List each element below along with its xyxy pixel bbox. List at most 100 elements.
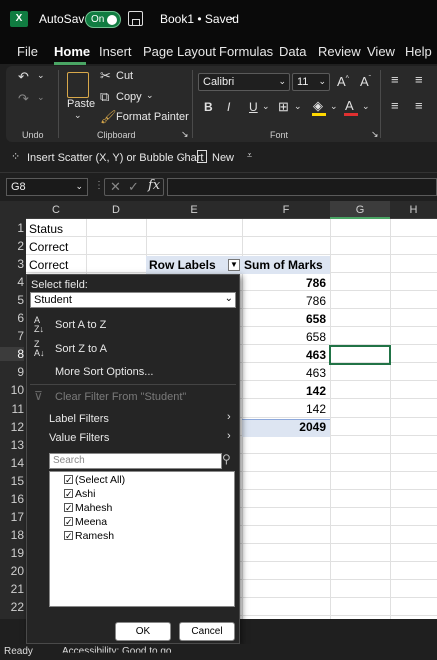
row-header[interactable]: 15 [0,474,24,488]
row-header[interactable]: 8 [0,347,24,361]
tab-help[interactable]: Help [405,44,432,59]
borders-dropdown-icon[interactable]: ⌄ [294,101,302,112]
redo-dropdown-icon[interactable]: ⌄ [37,92,45,103]
borders-icon[interactable]: ⊞ [278,99,289,115]
format-painter-icon[interactable]: 🖌 [100,109,117,125]
formula-input[interactable] [167,178,437,196]
redo-icon[interactable]: ↷ [18,91,29,107]
font-name-select[interactable]: Calibri ⌄ [198,73,290,91]
row-header[interactable]: 5 [0,293,24,307]
grow-font-icon[interactable]: A^ [337,74,349,89]
checkbox-ramesh[interactable]: ✓ [64,531,73,541]
tab-review[interactable]: Review [318,44,361,59]
cell-f11[interactable]: 142 [242,402,326,416]
tab-page-layout[interactable]: Page Layout [143,44,216,59]
align-center-icon[interactable]: ≡ [415,98,423,113]
active-cell-g8[interactable] [329,345,391,365]
underline-dropdown-icon[interactable]: ⌄ [262,101,270,112]
more-sort-options[interactable]: More Sort Options... [55,366,153,378]
font-color-icon[interactable]: A [345,98,354,113]
font-launcher-icon[interactable]: ↘ [371,129,379,140]
name-box[interactable]: G8 ⌄ [6,178,88,196]
row-header[interactable]: 1 [0,221,24,235]
format-painter-button[interactable]: Format Painter [116,111,189,123]
tab-insert[interactable]: Insert [99,44,132,59]
sort-z-to-a[interactable]: Sort Z to A [55,343,107,355]
align-top-icon[interactable]: ≡ [391,72,399,87]
row-header[interactable]: 3 [0,257,24,271]
list-item[interactable]: (Select All) [75,474,125,486]
sort-a-to-z[interactable]: Sort A to Z [55,319,106,331]
field-select[interactable]: Student ⌄ [30,292,236,308]
paste-icon[interactable] [67,72,89,98]
scatter-dropdown-icon[interactable]: ⌄ [179,151,187,162]
cancel-icon[interactable]: ✕ [110,179,121,195]
checkbox-select-all[interactable]: ✓ [64,475,73,485]
row-header[interactable]: 7 [0,329,24,343]
column-header-d[interactable]: D [86,204,146,216]
row-header[interactable]: 13 [0,438,24,452]
insert-scatter-button[interactable]: Insert Scatter (X, Y) or Bubble Chart [27,152,203,164]
cell-f12-grand-total[interactable]: 2049 [242,420,326,434]
list-item[interactable]: Ramesh [75,530,114,542]
tab-home[interactable]: Home [54,44,90,59]
checkbox-ashi[interactable]: ✓ [64,489,73,499]
row-header[interactable]: 22 [0,600,24,614]
row-header[interactable]: 2 [0,239,24,253]
paste-button[interactable]: Paste [67,98,95,110]
row-header[interactable]: 12 [0,420,24,434]
value-filters[interactable]: Value Filters [49,432,109,444]
list-item[interactable]: Mahesh [75,502,112,514]
cell-f10[interactable]: 142 [242,384,326,398]
row-header[interactable]: 14 [0,456,24,470]
column-header-e[interactable]: E [146,204,242,216]
cell-f9[interactable]: 463 [242,366,326,380]
row-header[interactable]: 21 [0,582,24,596]
italic-button[interactable]: I [227,100,230,114]
cell-f8[interactable]: 463 [242,348,326,362]
cut-icon[interactable]: ✂ [100,68,111,84]
cell-f3-sum-of-marks[interactable]: Sum of Marks [244,258,323,272]
row-header[interactable]: 20 [0,564,24,578]
cell-c3[interactable]: Correct [29,258,68,272]
checkbox-mahesh[interactable]: ✓ [64,503,73,513]
row-header[interactable]: 16 [0,492,24,506]
search-icon[interactable]: ⚲ [222,452,236,468]
copy-dropdown-icon[interactable]: ⌄ [146,90,154,101]
align-middle-icon[interactable]: ≡ [415,72,423,87]
enter-icon[interactable]: ✓ [128,179,139,195]
cell-f4[interactable]: 786 [242,276,326,290]
list-item[interactable]: Ashi [75,488,95,500]
copy-button[interactable]: Copy [116,91,142,103]
cell-e3-row-labels[interactable]: Row Labels [149,258,216,272]
row-header[interactable]: 10 [0,383,24,397]
filter-dropdown-icon[interactable]: ▼ [228,259,240,271]
tab-data[interactable]: Data [279,44,306,59]
copy-icon[interactable]: ⧉ [100,89,109,105]
insert-function-button[interactable]: fx [148,178,160,193]
tab-file[interactable]: File [17,44,38,59]
new-button[interactable]: New [212,152,234,164]
cell-f7[interactable]: 658 [242,330,326,344]
bold-button[interactable]: B [204,100,213,114]
cell-c2[interactable]: Correct [29,240,68,254]
row-header[interactable]: 4 [0,275,24,289]
label-filters[interactable]: Label Filters [49,413,109,425]
clipboard-launcher-icon[interactable]: ↘ [181,129,189,140]
row-header[interactable]: 9 [0,365,24,379]
row-header[interactable]: 17 [0,510,24,524]
scatter-chart-icon[interactable]: ⁘ [11,150,20,163]
row-header[interactable]: 19 [0,546,24,560]
save-icon[interactable] [128,11,143,26]
chevron-down-icon[interactable]: ⌄ [228,11,236,22]
undo-dropdown-icon[interactable]: ⌄ [37,70,45,81]
column-header-h[interactable]: H [390,204,437,216]
column-header-c[interactable]: C [26,204,86,216]
undo-icon[interactable]: ↶ [18,69,29,85]
paste-dropdown-icon[interactable]: ⌄ [74,110,82,121]
tab-view[interactable]: View [367,44,395,59]
list-item[interactable]: Meena [75,516,107,528]
row-header[interactable]: 11 [0,402,24,416]
search-input[interactable]: Search [49,453,222,469]
font-color-dropdown-icon[interactable]: ⌄ [362,101,370,112]
